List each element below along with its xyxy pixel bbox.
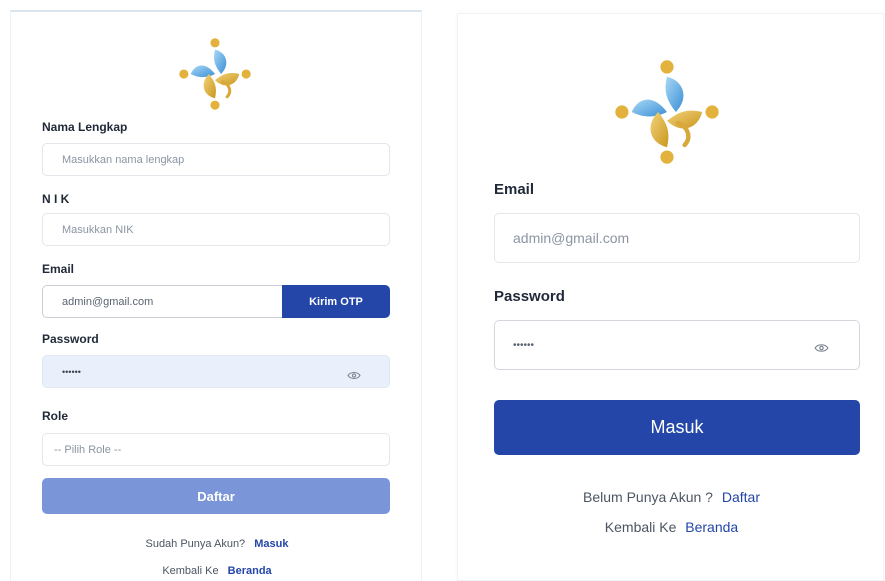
login-link[interactable]: Masuk (254, 538, 288, 550)
nik-label: N I K (42, 192, 70, 206)
name-label: Nama Lengkap (42, 120, 128, 134)
email-label: Email (42, 262, 75, 276)
login-button[interactable]: Masuk (494, 400, 860, 455)
app-logo-icon (160, 36, 270, 112)
register-card: Nama Lengkap Masukkan nama lengkap N I K… (10, 10, 422, 581)
email-input[interactable]: admin@gmail.com (494, 213, 860, 263)
nik-input[interactable]: Masukkan NIK (42, 213, 390, 246)
email-input-value: admin@gmail.com (513, 230, 630, 246)
password-input-value: •••••• (62, 366, 81, 377)
password-label: Password (42, 332, 99, 346)
back-home: Kembali Ke Beranda (458, 519, 885, 535)
app-logo-icon (612, 50, 722, 174)
role-select[interactable]: -- Pilih Role -- (42, 433, 390, 466)
password-input[interactable]: •••••• (42, 355, 390, 388)
email-label: Email (494, 181, 535, 198)
send-otp-button[interactable]: Kirim OTP (282, 285, 390, 318)
name-input-placeholder: Masukkan nama lengkap (62, 153, 185, 166)
role-label: Role (42, 409, 69, 423)
nik-input-placeholder: Masukkan NIK (62, 223, 134, 236)
password-input-value: •••••• (513, 339, 535, 351)
password-input[interactable]: •••••• (494, 320, 860, 370)
eye-icon[interactable] (814, 340, 829, 358)
register-link[interactable]: Daftar (722, 489, 760, 505)
eye-icon[interactable] (347, 367, 361, 385)
home-link[interactable]: Beranda (685, 519, 738, 535)
login-prompt-text: Sudah Punya Akun? (145, 538, 246, 550)
login-prompt: Sudah Punya Akun? Masuk (11, 538, 423, 550)
back-home-text: Kembali Ke (604, 519, 677, 535)
login-card: Email admin@gmail.com Password •••••• Ma… (457, 13, 884, 581)
back-home-text: Kembali Ke (162, 565, 219, 577)
name-input[interactable]: Masukkan nama lengkap (42, 143, 390, 176)
back-home: Kembali Ke Beranda (11, 565, 423, 577)
role-select-value: -- Pilih Role -- (54, 443, 122, 456)
register-prompt: Belum Punya Akun ? Daftar (458, 489, 885, 505)
email-input-value: admin@gmail.com (62, 295, 154, 308)
password-label: Password (494, 288, 565, 305)
email-input[interactable]: admin@gmail.com (42, 285, 282, 318)
home-link[interactable]: Beranda (228, 565, 272, 577)
register-button[interactable]: Daftar (42, 478, 390, 514)
register-prompt-text: Belum Punya Akun ? (583, 489, 713, 505)
